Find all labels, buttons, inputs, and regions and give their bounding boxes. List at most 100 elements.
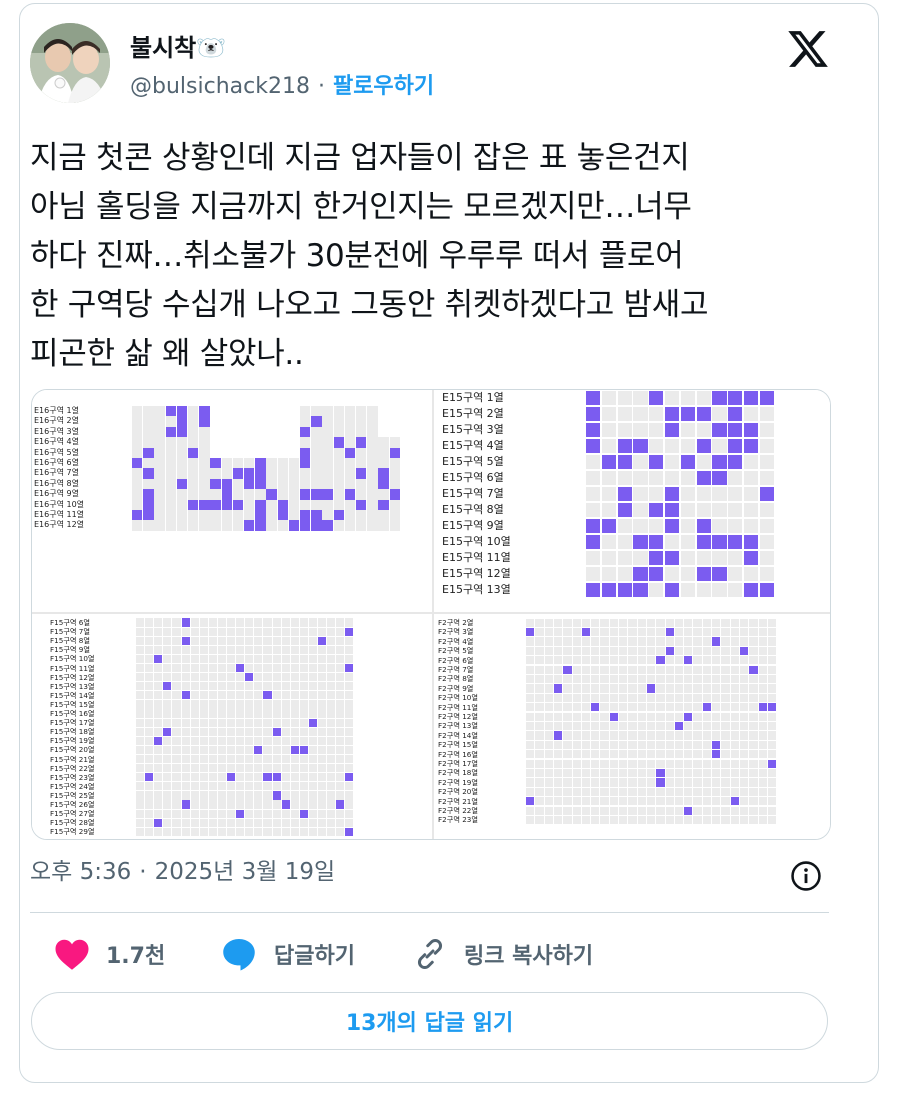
seat-empty [591,787,600,797]
seat-row-label: E15구역 7열 [442,487,504,500]
seat-empty [544,712,553,721]
seat-empty [288,489,300,500]
seat-empty [254,709,263,718]
seat-empty [526,703,535,712]
seat-available [696,566,711,582]
seat-empty [254,645,263,654]
read-replies-button[interactable]: 13개의 답글 읽기 [31,992,828,1050]
seat-empty [600,815,609,825]
copy-link-button[interactable]: 링크 복사하기 [412,934,593,974]
seat-empty [563,797,572,806]
seat-available [176,416,188,427]
display-name[interactable]: 불시착🐻‍❄️ [130,33,226,63]
seat-empty [619,797,628,806]
seat-empty [199,782,208,791]
seat-empty [327,673,336,682]
seat-available [300,426,311,438]
seat-map-image[interactable]: E16구역 1열 E16구역 2열 E16구역 3열 E16구역 4열 E16구역 5열… [31,389,831,840]
seat-empty [712,768,721,778]
seat-empty [586,550,601,566]
seat-empty [136,700,145,709]
seat-empty [308,764,318,773]
seat-empty [245,645,254,654]
seat-empty [318,754,327,764]
seat-empty [646,759,656,768]
seat-available [143,499,154,510]
seat-empty [245,663,254,673]
info-icon[interactable] [789,859,823,893]
seat-empty [646,618,656,627]
reply-button[interactable]: 답글하기 [220,934,355,974]
seat-empty [759,502,774,518]
seat-empty [245,636,254,645]
seat-empty [581,740,591,750]
follow-button[interactable]: 팔로우하기 [333,74,434,99]
seat-available [586,438,601,454]
seat-empty [344,510,356,521]
seat-empty [696,582,711,598]
seat-empty [181,673,190,682]
seat-empty [145,736,154,745]
seat-empty [145,718,154,727]
seat-empty [767,712,777,721]
timestamp[interactable]: 오후 5:36 · 2025년 3월 19일 [30,857,335,887]
seat-empty [263,754,272,764]
seat-empty [721,740,730,750]
seat-row-label: F2구역 15열 [438,740,478,750]
seat-empty [702,750,712,759]
seat-empty [217,654,227,664]
seat-empty [308,691,318,700]
seat-empty [254,827,263,836]
seat-empty [143,520,154,531]
like-button[interactable]: 1.7천 [54,934,165,974]
seat-empty [749,731,758,740]
seat-empty [591,759,600,768]
seat-empty [721,806,730,815]
seat-empty [163,627,172,636]
seat-empty [263,700,272,709]
seat-empty [535,806,544,815]
seat-empty [665,390,680,406]
avatar[interactable] [30,23,110,103]
seat-empty [136,663,145,673]
seat-empty [232,478,244,490]
seat-empty [336,663,345,673]
seat-empty [553,637,563,646]
seat-empty [318,736,327,745]
user-handle[interactable]: @bulsichack218 [130,74,310,99]
seat-available [244,468,255,479]
seat-empty [165,520,176,531]
seat-empty [176,458,188,469]
seat-available [345,663,354,673]
x-logo-icon[interactable] [786,27,830,71]
seat-empty [600,759,609,768]
seat-empty [172,764,181,773]
seat-empty [172,718,181,727]
seat-empty [739,637,749,646]
seat-empty [535,712,544,721]
seat-empty [744,454,759,470]
seat-empty [199,818,208,827]
seat-empty [646,674,656,684]
seat-empty [199,773,208,782]
seat-empty [712,806,721,815]
seat-empty [739,693,749,703]
seat-empty [739,768,749,778]
seat-empty [656,731,665,740]
seat-empty [190,791,199,800]
seat-empty [744,470,759,486]
seat-empty [646,703,656,712]
seat-empty [563,787,572,797]
seat-empty [749,787,758,797]
seat-empty [327,663,336,673]
seat-empty [299,645,308,654]
seat-empty [656,665,665,674]
seat-empty [308,791,318,800]
seat-empty [245,682,254,691]
seat-empty [730,768,739,778]
seat-empty [290,718,299,727]
seat-empty [674,815,684,825]
seat-empty [208,827,217,836]
seat-available [696,534,711,550]
seat-map-panel: F15구역 6열 F15구역 7열 F15구역 8열 F15구역 9열 F15구역 10… [32,614,432,839]
